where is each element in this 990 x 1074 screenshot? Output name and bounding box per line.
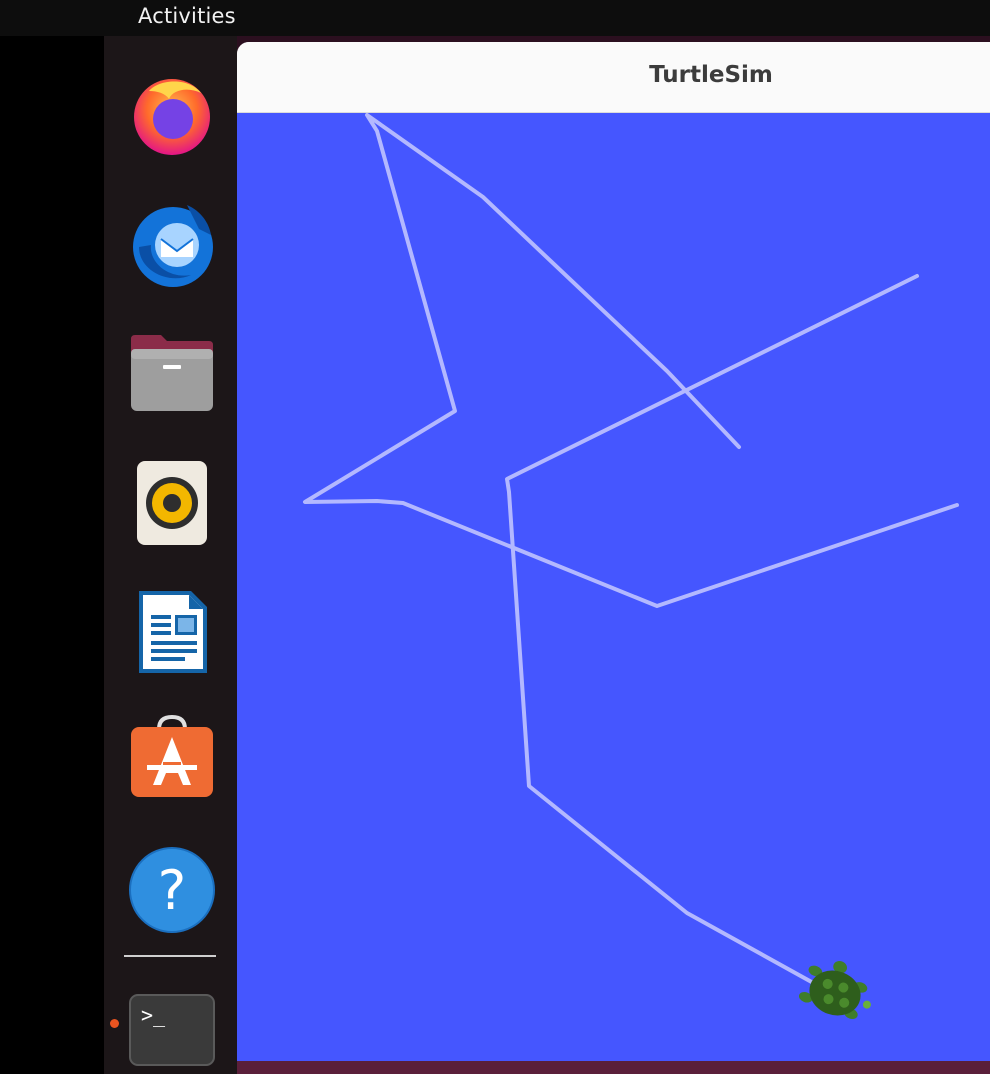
dock-item-rhythmbox[interactable] <box>128 458 216 546</box>
top-bar: Activities <box>0 0 990 36</box>
turtle-icon <box>798 961 871 1019</box>
software-icon <box>131 715 213 797</box>
dock-item-writer[interactable] <box>128 588 216 676</box>
left-screen-edge <box>0 0 104 1074</box>
help-icon: ? <box>129 847 215 933</box>
thunderbird-icon <box>133 205 213 287</box>
writer-icon <box>139 591 207 673</box>
dock-item-thunderbird[interactable] <box>128 200 216 288</box>
activities-button[interactable]: Activities <box>138 4 236 28</box>
help-glyph: ? <box>158 859 187 922</box>
turtle-trail <box>303 113 959 1019</box>
window-title: TurtleSim <box>649 62 773 88</box>
firefox-icon <box>134 79 210 155</box>
dock-item-firefox[interactable] <box>128 70 216 158</box>
turtlesim-canvas <box>237 113 990 1062</box>
desktop-bottom-strip <box>237 1061 990 1074</box>
pen-trail-2 <box>505 274 919 987</box>
dock-item-software[interactable] <box>128 714 216 802</box>
dock-separator <box>124 955 216 957</box>
rhythmbox-icon <box>137 461 207 545</box>
dock-item-files[interactable] <box>128 330 216 418</box>
dock-item-help[interactable]: ? <box>128 846 216 934</box>
pen-trail <box>303 113 959 608</box>
window-titlebar[interactable]: TurtleSim <box>237 42 990 113</box>
files-icon <box>131 335 213 411</box>
dock-item-terminal[interactable]: >_ <box>128 986 216 1074</box>
turtlesim-window: TurtleSim <box>237 42 990 1074</box>
terminal-glyph: >_ <box>141 1003 166 1027</box>
running-indicator <box>110 1019 119 1028</box>
terminal-icon: >_ <box>129 994 215 1066</box>
